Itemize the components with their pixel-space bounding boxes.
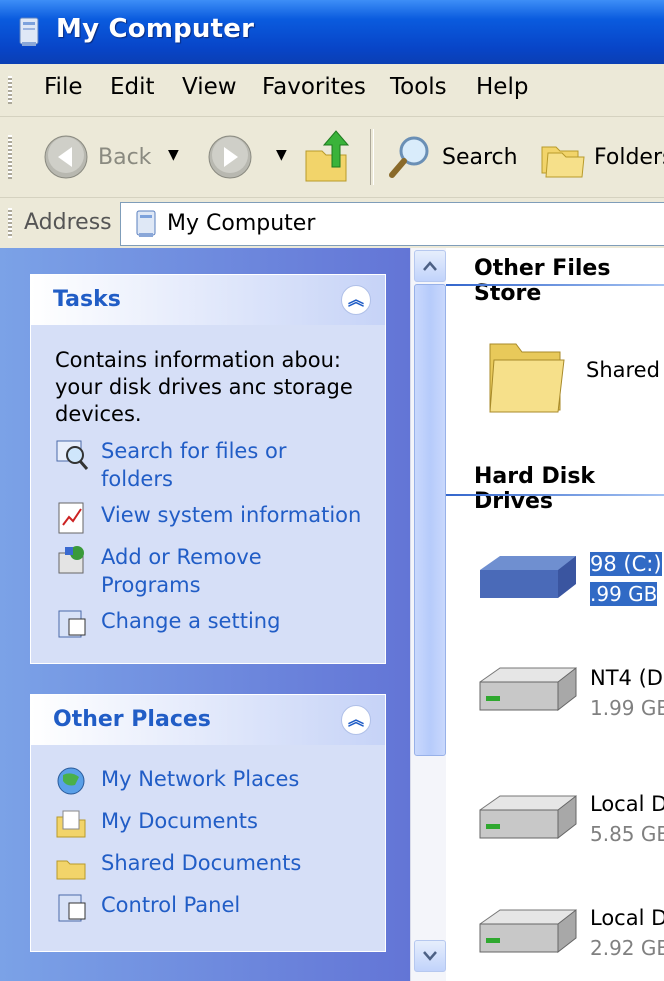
hard-drive-icon: [479, 794, 577, 840]
menu-edit[interactable]: Edit: [110, 74, 155, 100]
drive-c-name: 98 (C:): [590, 552, 662, 576]
my-computer-icon: [19, 17, 39, 46]
drive-f-size: 2.92 GB: [590, 936, 664, 960]
control-panel-icon: [58, 610, 86, 638]
hard-disk-group-header: Hard Disk Drives: [474, 464, 596, 514]
back-dropdown-icon[interactable]: ▼: [168, 147, 179, 163]
collapse-chevron-icon[interactable]: ︽: [341, 285, 371, 315]
task-pane: Tasks ︽ Contains information abou: your …: [0, 248, 410, 981]
my-documents-link[interactable]: My Documents: [55, 807, 258, 841]
chevron-up-icon: [423, 261, 437, 271]
view-system-info-label: View system information: [101, 503, 362, 527]
menu-bar: File Edit View Favorites Tools Help: [0, 64, 664, 117]
back-arrow-icon: [44, 135, 88, 179]
change-setting-label: Change a setting: [101, 609, 281, 633]
search-label: Search: [442, 144, 518, 170]
search-button[interactable]: Search: [386, 133, 518, 181]
search-files-label: Search for files or folders: [101, 439, 287, 491]
my-network-places-link[interactable]: My Network Places: [55, 765, 299, 799]
shared-documents-icon: [56, 860, 86, 880]
folder-icon: [489, 343, 565, 413]
addressbar-grip[interactable]: [8, 208, 12, 238]
tasks-panel-header[interactable]: Tasks ︽: [31, 275, 385, 325]
my-documents-icon: [56, 810, 86, 838]
tasks-title: Tasks: [53, 287, 121, 312]
window-title: My Computer: [56, 14, 255, 44]
up-button[interactable]: [302, 129, 354, 185]
other-files-group-header: Other Files Store: [474, 256, 611, 306]
task-pane-scrollbar[interactable]: [410, 248, 447, 981]
address-label: Address: [24, 210, 112, 235]
search-files-link[interactable]: Search for files or folders: [55, 437, 331, 493]
menu-tools[interactable]: Tools: [390, 74, 447, 100]
standard-toolbar: Back ▼ ▼ Search Folders: [0, 117, 664, 198]
collapse-chevron-icon[interactable]: ︽: [341, 705, 371, 735]
back-button[interactable]: Back: [42, 133, 151, 181]
view-system-info-link[interactable]: View system information: [55, 501, 361, 535]
drive-c-size: .99 GB: [590, 582, 658, 606]
group-divider: [446, 494, 664, 496]
drive-d-name: NT4 (D: [590, 666, 663, 690]
address-input[interactable]: My Computer: [120, 202, 664, 246]
system-info-icon: [58, 502, 84, 534]
tasks-description: Contains information abou: your disk dri…: [55, 348, 353, 426]
address-bar: Address My Computer: [0, 198, 664, 248]
drive-e-size: 5.85 GB: [590, 822, 664, 846]
change-setting-link[interactable]: Change a setting: [55, 607, 280, 641]
forward-arrow-icon: [208, 135, 252, 179]
add-remove-programs-label: Add or Remove Programs: [101, 545, 262, 597]
other-places-panel: Other Places ︽ My Network Places My Docu…: [30, 694, 386, 952]
hard-drive-icon: [480, 556, 576, 598]
menu-file[interactable]: File: [44, 74, 83, 100]
address-value: My Computer: [167, 211, 316, 236]
control-panel-icon: [58, 894, 86, 922]
control-panel-link[interactable]: Control Panel: [55, 891, 240, 925]
scroll-thumb[interactable]: [414, 284, 446, 756]
forward-dropdown-icon[interactable]: ▼: [276, 147, 287, 163]
menubar-grip[interactable]: [8, 76, 12, 104]
group-divider: [446, 284, 664, 286]
add-remove-programs-link[interactable]: Add or Remove Programs: [55, 543, 301, 599]
search-computer-icon: [56, 440, 89, 470]
search-icon: [389, 136, 429, 178]
add-remove-programs-icon: [58, 546, 84, 574]
menu-view[interactable]: View: [182, 74, 237, 100]
control-panel-label: Control Panel: [101, 893, 241, 917]
folders-label: Folders: [594, 144, 664, 170]
folders-button[interactable]: Folders: [538, 133, 664, 181]
drive-d-size: 1.99 GB: [590, 696, 664, 720]
my-documents-label: My Documents: [101, 809, 258, 833]
toolbar-separator: [370, 129, 374, 185]
toolbar-grip[interactable]: [8, 135, 12, 179]
my-computer-icon: [136, 210, 156, 237]
other-places-title: Other Places: [53, 707, 211, 732]
my-network-places-label: My Network Places: [101, 767, 300, 791]
hard-drive-icon: [479, 666, 577, 712]
scroll-down-button[interactable]: [414, 940, 446, 972]
menu-favorites[interactable]: Favorites: [262, 74, 366, 100]
drive-f-name: Local D: [590, 906, 664, 930]
forward-button[interactable]: [206, 133, 254, 181]
hard-drive-icon: [479, 908, 577, 954]
scroll-up-button[interactable]: [414, 250, 446, 282]
chevron-down-icon: [423, 951, 437, 961]
tasks-panel: Tasks ︽ Contains information abou: your …: [30, 274, 386, 664]
title-bar[interactable]: My Computer: [0, 0, 664, 64]
up-folder-icon: [305, 130, 350, 182]
other-places-header[interactable]: Other Places ︽: [31, 695, 385, 745]
shared-documents-link[interactable]: Shared Documents: [55, 849, 301, 883]
network-places-icon: [57, 767, 85, 795]
menu-help[interactable]: Help: [476, 74, 528, 100]
shared-documents-label: Shared Documents: [101, 851, 302, 875]
folders-icon: [541, 146, 585, 178]
content-pane: Other Files Store Shared Hard Disk Drive…: [446, 248, 664, 981]
drive-e-name: Local D: [590, 792, 664, 816]
shared-label: Shared: [586, 358, 660, 382]
back-label: Back: [98, 144, 152, 170]
